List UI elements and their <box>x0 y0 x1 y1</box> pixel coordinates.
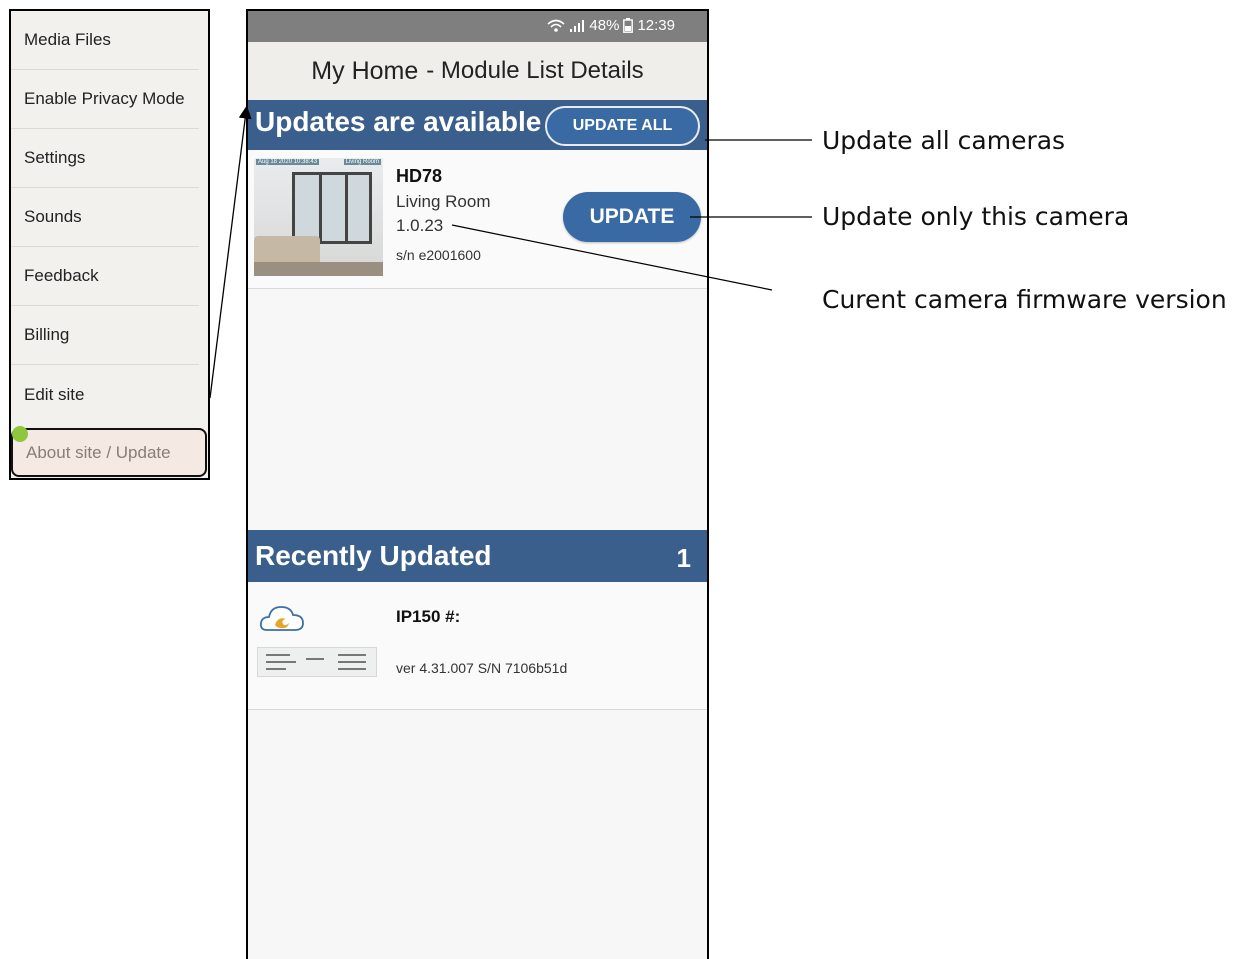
annotation-update-one: Update only this camera <box>822 202 1130 231</box>
firmware-leader <box>451 224 773 291</box>
annotation-update-all: Update all cameras <box>822 126 1066 155</box>
menu-to-screen-arrow <box>209 105 252 399</box>
annotation-firmware: Curent camera firmware version <box>822 285 1227 314</box>
annotation-lines <box>209 105 812 399</box>
